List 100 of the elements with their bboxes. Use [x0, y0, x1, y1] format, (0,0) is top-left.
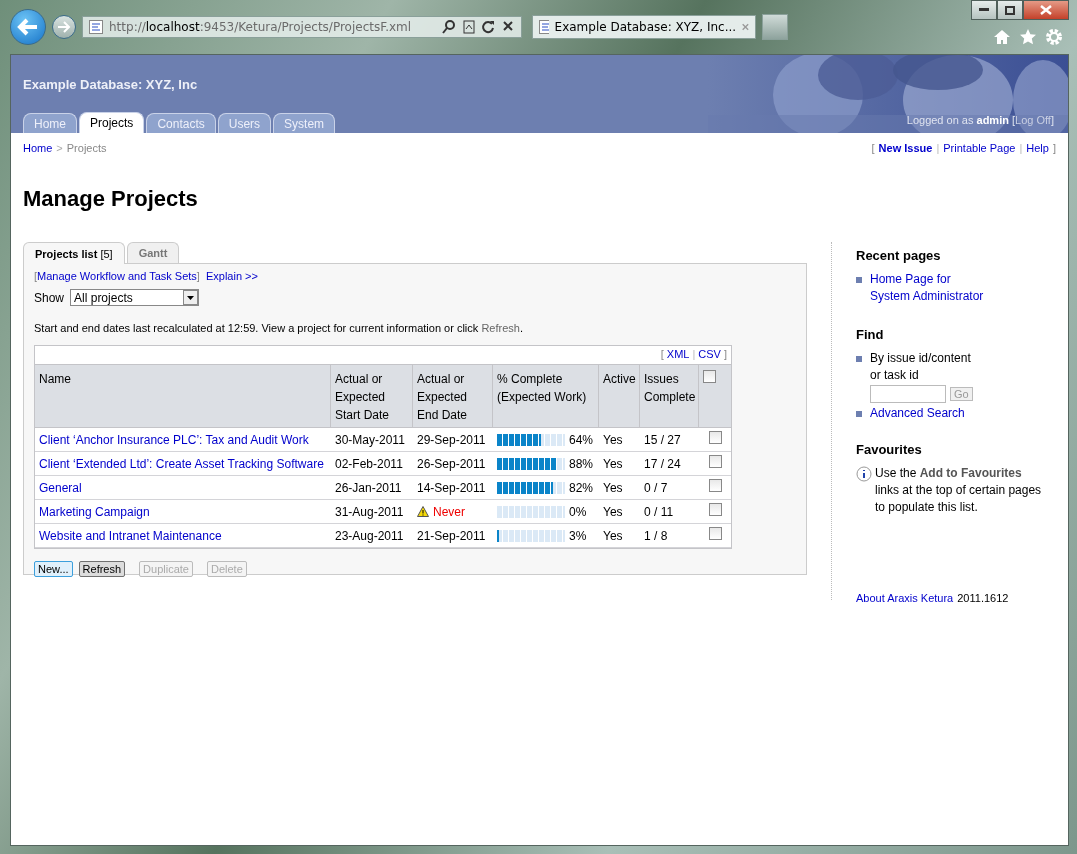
breadcrumb-current: Projects	[66, 142, 107, 154]
start-date: 30-May-2011	[335, 432, 405, 447]
minimize-button[interactable]	[971, 0, 997, 20]
bullet-icon	[856, 411, 862, 417]
page-heading: Manage Projects	[23, 186, 199, 212]
row-checkbox[interactable]	[708, 527, 722, 540]
row-checkbox[interactable]	[708, 479, 722, 492]
active-text: Yes	[603, 432, 623, 447]
explain-link[interactable]: Explain >>	[205, 270, 258, 282]
link-separator: |	[692, 348, 696, 362]
export-link[interactable]: XML	[666, 348, 690, 362]
home-icon[interactable]	[993, 28, 1011, 46]
page-icon	[539, 20, 549, 34]
maximize-icon	[1005, 5, 1015, 15]
bracket: ]	[196, 270, 200, 282]
column-header: Actual or Expected End Date	[413, 365, 493, 428]
close-button[interactable]	[1023, 0, 1069, 20]
start-date: 02-Feb-2011	[335, 456, 403, 471]
search-field[interactable]	[870, 385, 946, 403]
advanced-search-link[interactable]: Advanced Search	[870, 405, 965, 422]
login-status: Logged on as admin [Log Off]	[906, 114, 1054, 126]
show-dropdown[interactable]: All projects	[70, 289, 200, 306]
content-tab[interactable]: Gantt	[126, 242, 180, 263]
page-link[interactable]: New Issue	[878, 142, 933, 154]
section-title: Favourites	[856, 442, 923, 457]
favourites-text: Use the Add to Favourites links at the top of certain pages to populate this list.	[875, 465, 1043, 516]
active-text: Yes	[603, 480, 623, 495]
link-separator: |	[936, 142, 940, 154]
bracket: ]	[723, 348, 727, 362]
tab-title: Example Database: XYZ, Inc...	[554, 20, 737, 34]
end-date: Never	[433, 504, 465, 519]
url-text: http://localhost:9453/Ketura/Projects/ProjectsF.xml	[109, 20, 413, 34]
forward-button[interactable]	[52, 15, 76, 39]
project-link[interactable]: Client ‘Anchor Insurance PLC’: Tax and Audit Work	[39, 432, 309, 447]
column-header: Issues Complete	[640, 365, 699, 428]
address-bar[interactable]: http://localhost:9453/Ketura/Projects/ProjectsF.xml	[82, 16, 522, 38]
page-link[interactable]: Printable Page	[943, 142, 1016, 154]
column-header: Actual or Expected Start Date	[331, 365, 413, 428]
row-checkbox[interactable]	[708, 431, 722, 444]
workflow-link[interactable]: Manage Workflow and Task Sets	[37, 270, 197, 282]
page-link[interactable]: Help	[1026, 142, 1049, 154]
column-header: % Complete (Expected Work)	[493, 365, 599, 428]
back-arrow-icon	[17, 18, 39, 36]
recent-page-link[interactable]: Home Page for System Administrator	[870, 271, 990, 305]
issues-text: 1 / 8	[644, 528, 668, 543]
percent-text: 0%	[569, 504, 587, 519]
link-separator: |	[1019, 142, 1023, 154]
forward-arrow-icon	[57, 21, 71, 33]
bracket: [	[871, 142, 875, 154]
issues-text: 17 / 24	[644, 456, 681, 471]
page-icon	[89, 20, 103, 34]
show-label: Show	[34, 290, 65, 305]
select-all-checkbox[interactable]	[703, 370, 716, 383]
project-link[interactable]: Marketing Campaign	[39, 504, 150, 519]
site-title: Example Database: XYZ, Inc	[23, 77, 199, 92]
action-button[interactable]: New...	[34, 561, 73, 577]
start-date: 26-Jan-2011	[335, 480, 402, 495]
section-title: Recent pages	[856, 248, 942, 263]
row-checkbox[interactable]	[708, 503, 722, 516]
search-icon[interactable]	[441, 19, 457, 35]
project-link[interactable]: General	[39, 480, 82, 495]
start-date: 23-Aug-2011	[335, 528, 404, 543]
breadcrumb-link[interactable]: Home	[23, 142, 53, 154]
star-icon[interactable]	[1019, 28, 1037, 46]
bracket: [	[660, 348, 664, 362]
nav-tab[interactable]: Projects	[79, 112, 145, 133]
version-text: 2011.1612	[957, 592, 1009, 604]
minimize-icon	[979, 8, 989, 12]
export-link[interactable]: CSV	[698, 348, 721, 362]
back-button[interactable]	[10, 9, 46, 45]
action-button[interactable]: Refresh	[78, 561, 126, 577]
bracket: ]	[1052, 142, 1056, 154]
about-link[interactable]: About Araxis Ketura	[856, 592, 954, 604]
browser-tab[interactable]: Example Database: XYZ, Inc...	[532, 15, 756, 39]
bullet-icon	[856, 356, 862, 362]
issues-text: 0 / 7	[644, 480, 668, 495]
active-text: Yes	[603, 456, 623, 471]
column-header: Name	[35, 365, 331, 428]
issues-text: 0 / 11	[644, 504, 674, 519]
info-icon	[856, 466, 872, 482]
column-header: Active	[599, 365, 640, 428]
active-text: Yes	[603, 504, 623, 519]
percent-text: 3%	[569, 528, 587, 543]
start-date: 31-Aug-2011	[335, 504, 404, 519]
project-link[interactable]: Website and Intranet Maintenance	[39, 528, 222, 543]
row-checkbox[interactable]	[708, 455, 722, 468]
bracket: [	[34, 270, 38, 282]
end-date: 29-Sep-2011	[417, 432, 486, 447]
progress-fill	[497, 529, 500, 542]
bullet-icon	[856, 277, 862, 283]
section-title: Find	[856, 327, 885, 342]
maximize-button[interactable]	[997, 0, 1023, 20]
new-tab-button[interactable]	[762, 14, 788, 40]
content-tab[interactable]: Projects list [5]	[23, 242, 125, 264]
project-link[interactable]: Client ‘Extended Ltd’: Create Asset Tracking Software	[39, 456, 324, 471]
compatibility-icon[interactable]	[463, 19, 475, 35]
refresh-link[interactable]: Refresh	[481, 322, 520, 334]
issues-text: 15 / 27	[644, 432, 681, 447]
refresh-icon[interactable]	[481, 19, 495, 35]
settings-icon[interactable]	[1045, 28, 1063, 46]
